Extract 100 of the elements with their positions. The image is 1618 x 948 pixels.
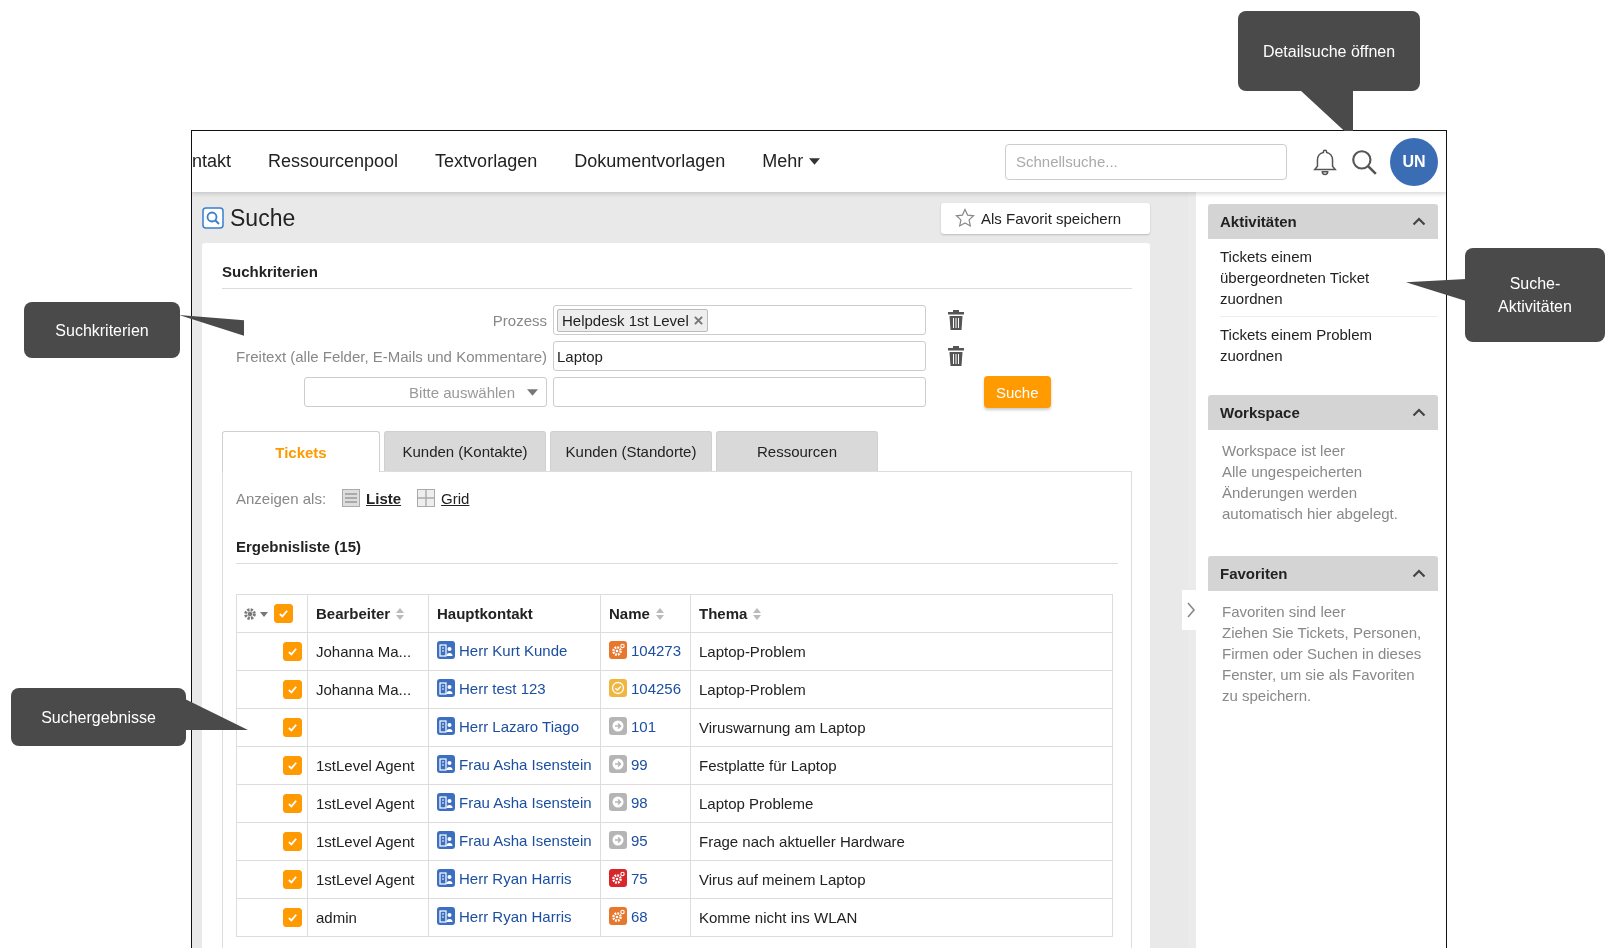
callout: Suche- Aktivitäten (1465, 248, 1605, 342)
view-option-link[interactable]: Liste (366, 489, 402, 507)
caret-icon (809, 158, 821, 165)
row-checkbox[interactable] (283, 680, 302, 699)
callout-pointer (185, 699, 248, 730)
empty-note: Workspace ist leer (1222, 441, 1347, 461)
search-icon[interactable] (1350, 147, 1378, 176)
collapse-caret-icon[interactable] (1412, 217, 1426, 226)
table-cell: 1stLevel Agent (307, 860, 429, 899)
contact-icon (437, 679, 455, 697)
more-menu[interactable]: Mehr (762, 151, 821, 172)
nav-menu-item[interactable]: ntakt (192, 151, 232, 172)
result-tab[interactable]: Kunden (Kontakte) (384, 431, 546, 471)
nav-menu-item[interactable]: Dokumentvorlagen (574, 151, 726, 172)
ticket-number-link[interactable]: 101 (631, 717, 657, 735)
checkmark-icon (287, 836, 298, 847)
row-checkbox[interactable] (283, 642, 302, 661)
bell-icon[interactable] (1312, 147, 1338, 176)
checkmark-icon (287, 722, 298, 733)
quick-search-field[interactable]: Schnellsuche... (1005, 143, 1287, 180)
table-cell: Laptop-Problem (690, 670, 1113, 709)
result-tab[interactable]: Ressourcen (716, 431, 878, 471)
checkmark-icon (287, 684, 298, 695)
contact-icon (437, 755, 455, 773)
activity-link[interactable]: Tickets einem Problem zuordnen (1220, 317, 1438, 373)
checkmark-icon (278, 608, 289, 619)
table-cell: Laptop Probleme (690, 784, 1113, 823)
table-cell: 1stLevel Agent (307, 746, 429, 785)
contact-icon (437, 641, 455, 659)
row-checkbox[interactable] (283, 908, 302, 927)
column-header[interactable]: Bearbeiter (307, 594, 429, 633)
result-tab[interactable]: Kunden (Standorte) (550, 431, 712, 471)
ticket-number-link[interactable]: 99 (631, 755, 648, 773)
value-field[interactable] (553, 377, 926, 407)
panel-header[interactable]: Workspace (1208, 395, 1438, 430)
row-checkbox[interactable] (283, 756, 302, 775)
row-checkbox[interactable] (283, 794, 302, 813)
select-all-checkbox[interactable] (274, 604, 293, 623)
search-page-icon (202, 207, 224, 229)
empty-note: Alle ungespeicherten Änderungen werden automatisch hier abgelegt. (1222, 462, 1399, 524)
nav-menu-item[interactable]: Textvorlagen (435, 151, 538, 172)
trash-icon[interactable] (948, 310, 964, 330)
contact-icon (437, 717, 455, 735)
table-cell: Johanna Ma... (307, 670, 429, 709)
callout: Suchkriterien (24, 302, 180, 358)
contact-icon (437, 907, 455, 925)
checkmark-icon (287, 874, 298, 885)
table-cell: Johanna Ma... (307, 632, 429, 671)
page-title: Suche (230, 204, 297, 232)
table-cell: admin (307, 898, 429, 937)
save-favorite-button[interactable]: Als Favorit speichern (941, 202, 1150, 234)
ticket-number-link[interactable]: 95 (631, 831, 648, 849)
user-avatar[interactable]: UN (1390, 137, 1438, 186)
nav-menu-item[interactable]: Ressourcenpool (268, 151, 399, 172)
sort-icon (655, 608, 664, 620)
column-header[interactable]: Hauptkontakt (428, 594, 601, 633)
empty-note: Favoriten sind leer (1222, 602, 1347, 622)
panel-header[interactable]: Aktivitäten (1208, 204, 1438, 239)
row-checkbox[interactable] (283, 870, 302, 889)
process-tag: Helpdesk 1st Level (557, 308, 708, 332)
table-cell: Virus auf meinem Laptop (690, 860, 1113, 899)
contact-icon (437, 831, 455, 849)
free-text-field[interactable]: Laptop (553, 341, 926, 371)
sort-icon (753, 608, 762, 620)
grid-view-icon[interactable] (417, 489, 436, 507)
row-checkbox[interactable] (283, 718, 302, 737)
checkmark-icon (287, 760, 298, 771)
remove-icon[interactable] (693, 315, 703, 325)
table-cell: Laptop-Problem (690, 632, 1113, 671)
row-checkbox[interactable] (283, 832, 302, 851)
process-field[interactable]: Helpdesk 1st Level (553, 305, 926, 335)
checkmark-icon (287, 798, 298, 809)
chevron-icon (1186, 602, 1196, 618)
contact-icon (437, 793, 455, 811)
star-icon (955, 208, 975, 228)
view-option-link[interactable]: Grid (441, 489, 470, 507)
list-view-icon[interactable] (342, 489, 361, 507)
dropdown-caret-icon (527, 388, 538, 396)
column-header[interactable]: Thema (690, 594, 1113, 633)
table-cell: Festplatte für Laptop (690, 746, 1113, 785)
trash-icon[interactable] (948, 346, 964, 366)
contact-icon (437, 869, 455, 887)
table-cell: 1stLevel Agent (307, 784, 429, 823)
field-label: Prozess (491, 311, 548, 329)
view-label: Anzeigen als: (236, 489, 327, 507)
ticket-number-link[interactable]: 75 (631, 869, 648, 887)
panel-header[interactable]: Favoriten (1208, 556, 1438, 591)
sort-icon (396, 608, 405, 620)
table-cell: Viruswarnung am Laptop (690, 708, 1113, 747)
ticket-number-link[interactable]: 68 (631, 907, 648, 925)
results-heading: Ergebnisliste (15) (236, 538, 1118, 564)
ticket-number-link[interactable]: 98 (631, 793, 648, 811)
table-cell: Komme nicht ins WLAN (690, 898, 1113, 937)
checkmark-icon (287, 912, 298, 923)
table-cell: Frage nach aktueller Hardware (690, 822, 1113, 861)
collapse-caret-icon[interactable] (1412, 408, 1426, 417)
table-cell: 1stLevel Agent (307, 822, 429, 861)
column-header[interactable]: Name (600, 594, 691, 633)
collapse-caret-icon[interactable] (1412, 569, 1426, 578)
settings-icon[interactable] (242, 606, 270, 621)
